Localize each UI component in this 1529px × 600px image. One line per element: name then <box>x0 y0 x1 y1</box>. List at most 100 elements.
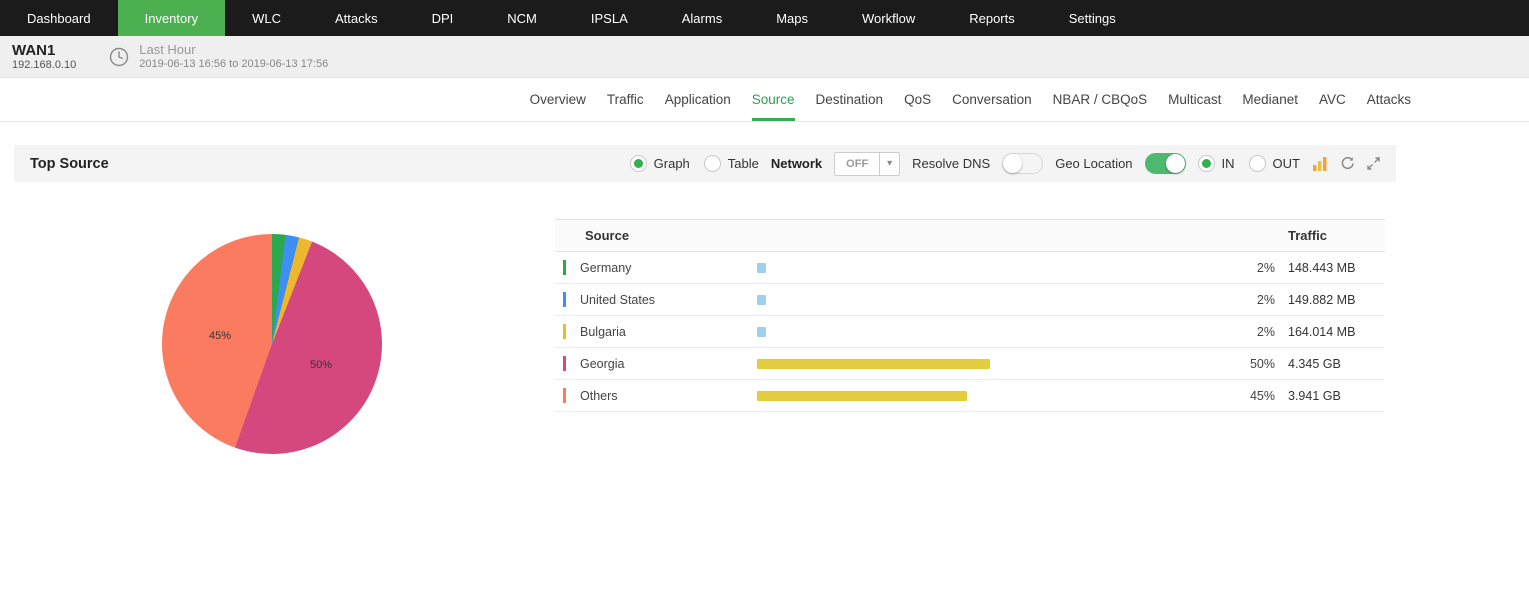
pie-graphic[interactable] <box>162 234 382 454</box>
bar-chart-icon[interactable] <box>1312 156 1328 172</box>
table-row-bulgaria[interactable]: Bulgaria 2% 164.014 MB <box>555 316 1385 348</box>
source-name[interactable]: United States <box>580 293 655 307</box>
radio-icon <box>1197 155 1215 172</box>
traffic-bar <box>757 326 766 337</box>
network-dropdown-value: OFF <box>846 157 869 170</box>
radio-icon <box>629 155 647 172</box>
source-name-cell: Georgia <box>555 356 757 371</box>
direction-option-label: IN <box>1221 156 1235 171</box>
nav-item-dpi[interactable]: DPI <box>405 0 481 36</box>
tab-overview[interactable]: Overview <box>530 78 586 121</box>
tab-destination[interactable]: Destination <box>816 78 884 121</box>
tab-nbar-cbqos[interactable]: NBAR / CBQoS <box>1053 78 1148 121</box>
column-header-source[interactable]: Source <box>555 228 1275 243</box>
report-content: 45% 50% Source Traffic Germany 2% 148.443 … <box>0 182 1529 600</box>
row-color-accent <box>563 292 566 307</box>
nav-item-maps[interactable]: Maps <box>749 0 835 36</box>
device-name[interactable]: WAN1 <box>12 42 76 59</box>
radio-icon <box>703 155 721 172</box>
source-name-cell: Bulgaria <box>555 324 757 339</box>
traffic-percent: 2% <box>1256 260 1275 275</box>
tab-avc[interactable]: AVC <box>1319 78 1346 121</box>
panel-title: Top Source <box>30 155 109 172</box>
row-color-accent <box>563 260 566 275</box>
view-option-table[interactable]: Table <box>703 155 759 172</box>
time-range-picker[interactable]: Last Hour 2019-06-13 16:56 to 2019-06-13… <box>108 42 328 71</box>
source-name[interactable]: Georgia <box>580 357 624 371</box>
traffic-value: 148.443 MB <box>1288 260 1356 275</box>
tab-attacks[interactable]: Attacks <box>1367 78 1411 121</box>
traffic-value: 3.941 GB <box>1288 388 1341 403</box>
tab-qos[interactable]: QoS <box>904 78 931 121</box>
traffic-bar-cell <box>757 390 1215 401</box>
tab-multicast[interactable]: Multicast <box>1168 78 1221 121</box>
source-name[interactable]: Bulgaria <box>580 325 626 339</box>
nav-item-dashboard[interactable]: Dashboard <box>0 0 118 36</box>
geo-location-toggle[interactable] <box>1144 153 1186 174</box>
network-dropdown[interactable]: OFF ▾ <box>834 151 901 176</box>
column-header-traffic[interactable]: Traffic <box>1275 228 1385 243</box>
traffic-bar-cell <box>757 326 1215 337</box>
nav-item-alarms[interactable]: Alarms <box>655 0 749 36</box>
traffic-bar <box>757 390 967 401</box>
tab-application[interactable]: Application <box>665 78 731 121</box>
device-ip: 192.168.0.10 <box>12 58 77 71</box>
table-row-others[interactable]: Others 45% 3.941 GB <box>555 380 1385 412</box>
clock-icon <box>110 47 129 66</box>
traffic-bar-cell <box>757 358 1215 369</box>
toggle-knob <box>1003 154 1023 173</box>
device-info: WAN1 192.168.0.10 <box>12 42 76 72</box>
traffic-bar-cell <box>757 294 1215 305</box>
radio-icon <box>1248 155 1266 172</box>
resolve-dns-label: Resolve DNS <box>912 156 991 171</box>
traffic-percent: 2% <box>1256 292 1275 307</box>
view-mode-group: Graph Table <box>629 155 759 172</box>
nav-item-ncm[interactable]: NCM <box>480 0 564 36</box>
view-option-label: Graph <box>653 156 690 171</box>
resolve-dns-toggle[interactable] <box>1002 153 1044 174</box>
table-row-united-states[interactable]: United States 2% 149.882 MB <box>555 284 1385 316</box>
source-name[interactable]: Others <box>580 389 618 403</box>
view-option-graph[interactable]: Graph <box>629 155 690 172</box>
refresh-icon[interactable] <box>1340 156 1355 171</box>
traffic-percent: 2% <box>1256 324 1275 339</box>
nav-item-wlc[interactable]: WLC <box>225 0 308 36</box>
table-header: Source Traffic <box>555 219 1385 252</box>
direction-group: IN OUT <box>1197 155 1300 172</box>
time-range-label: Last Hour <box>139 42 196 57</box>
tab-conversation[interactable]: Conversation <box>952 78 1032 121</box>
direction-option-label: OUT <box>1272 156 1300 171</box>
direction-option-in[interactable]: IN <box>1197 155 1235 172</box>
table-row-germany[interactable]: Germany 2% 148.443 MB <box>555 252 1385 284</box>
traffic-value: 164.014 MB <box>1288 324 1356 339</box>
nav-item-ipsla[interactable]: IPSLA <box>564 0 655 36</box>
traffic-value: 149.882 MB <box>1288 292 1356 307</box>
traffic-bar <box>757 294 766 305</box>
traffic-bar <box>757 358 990 369</box>
traffic-percent: 50% <box>1249 356 1275 371</box>
tab-medianet[interactable]: Medianet <box>1242 78 1298 121</box>
top-navigation: Dashboard Inventory WLC Attacks DPI NCM IPSLA A… <box>0 0 1529 36</box>
table-row-georgia[interactable]: Georgia 50% 4.345 GB <box>555 348 1385 380</box>
traffic-bar-cell <box>757 262 1215 273</box>
traffic-percent: 45% <box>1249 388 1275 403</box>
view-option-label: Table <box>727 156 759 171</box>
pie-slice-label-georgia: 50% <box>310 359 333 371</box>
time-range-text: Last Hour 2019-06-13 16:56 to 2019-06-13… <box>139 42 328 71</box>
geo-location-label: Geo Location <box>1055 156 1133 171</box>
nav-item-reports[interactable]: Reports <box>942 0 1042 36</box>
source-pie-chart[interactable]: 45% 50% <box>162 234 382 454</box>
network-label: Network <box>770 156 823 171</box>
toolbar-controls: Graph Table Network OFF ▾ Resolve DNS Geo… <box>629 151 1380 176</box>
source-name[interactable]: Germany <box>580 261 631 275</box>
tab-source[interactable]: Source <box>751 78 795 121</box>
traffic-bar <box>757 262 766 273</box>
direction-option-out[interactable]: OUT <box>1248 155 1300 172</box>
expand-icon[interactable] <box>1367 157 1380 170</box>
nav-item-inventory[interactable]: Inventory <box>117 0 226 36</box>
nav-item-workflow[interactable]: Workflow <box>835 0 942 36</box>
tab-traffic[interactable]: Traffic <box>607 78 644 121</box>
table-body: Germany 2% 148.443 MB United States 2% 149.88… <box>555 252 1385 412</box>
nav-item-settings[interactable]: Settings <box>1042 0 1143 36</box>
nav-item-attacks[interactable]: Attacks <box>308 0 405 36</box>
